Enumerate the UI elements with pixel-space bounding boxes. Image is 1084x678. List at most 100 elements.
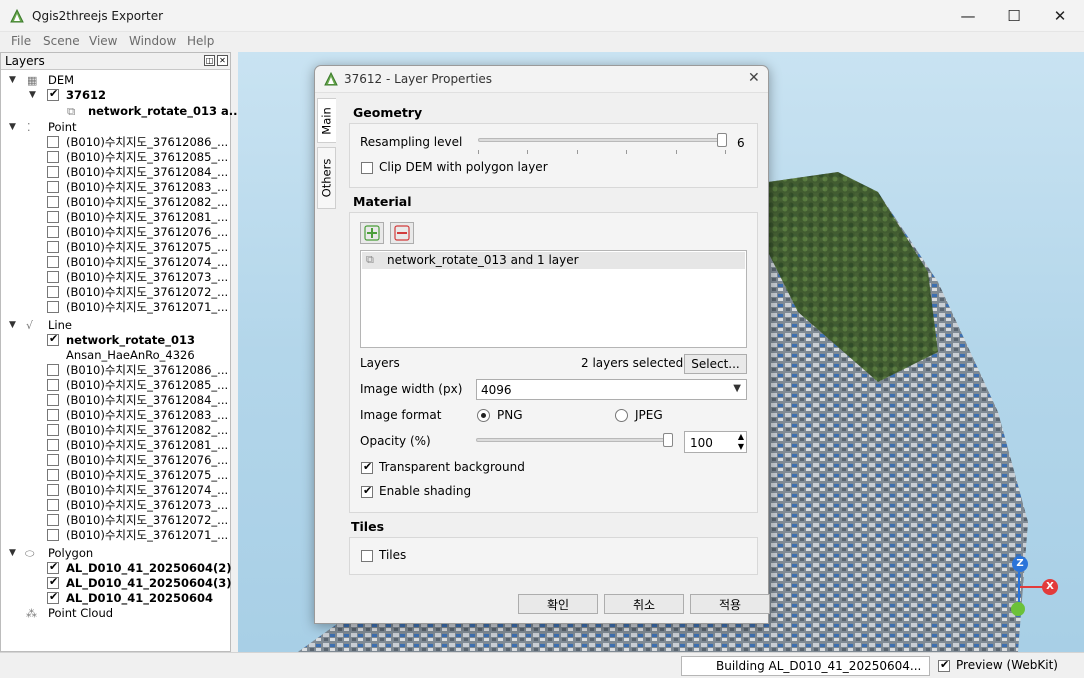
tab-others[interactable]: Others	[317, 147, 336, 209]
layer-checkbox[interactable]	[47, 181, 59, 193]
layer-checkbox[interactable]	[47, 271, 59, 283]
layer-item-label[interactable]: (B010)수치지도_37612071_...	[66, 300, 228, 315]
layer-item-label[interactable]: network_rotate_013	[66, 333, 195, 348]
add-material-button[interactable]	[360, 222, 384, 244]
transparent-background-checkbox[interactable]	[361, 460, 373, 474]
spin-down-icon[interactable]: ▼	[738, 442, 744, 451]
layer-checkbox[interactable]	[47, 499, 59, 511]
layer-checkbox[interactable]	[47, 241, 59, 253]
layer-item-label[interactable]: (B010)수치지도_37612085_...	[66, 378, 228, 393]
opacity-spinbox[interactable]: 100 ▲ ▼	[684, 431, 747, 453]
layer-item-label[interactable]: (B010)수치지도_37612072_...	[66, 513, 228, 528]
layer-checkbox[interactable]	[47, 424, 59, 436]
layer-item-label[interactable]: 37612	[66, 88, 106, 103]
menu-window[interactable]: Window	[129, 34, 176, 48]
layer-item-label[interactable]: network_rotate_013 a...	[88, 104, 242, 119]
layer-checkbox[interactable]	[47, 379, 59, 391]
list-item[interactable]: ⧉ network_rotate_013 and 1 layer	[362, 252, 745, 269]
layer-item-label[interactable]: (B010)수치지도_37612084_...	[66, 165, 228, 180]
layer-checkbox[interactable]	[47, 226, 59, 238]
opacity-slider-handle[interactable]	[663, 433, 673, 447]
layer-item-label[interactable]: (B010)수치지도_37612071_...	[66, 528, 228, 543]
layer-item-label[interactable]: (B010)수치지도_37612083_...	[66, 180, 228, 195]
layer-item-label[interactable]: (B010)수치지도_37612081_...	[66, 210, 228, 225]
layer-item-label[interactable]: (B010)수치지도_37612082_...	[66, 195, 228, 210]
resampling-slider-handle[interactable]	[717, 133, 727, 147]
menu-view[interactable]: View	[89, 34, 117, 48]
minimize-button[interactable]: —	[945, 0, 991, 32]
layer-checkbox[interactable]	[47, 136, 59, 148]
layer-item-label[interactable]: (B010)수치지도_37612076_...	[66, 453, 228, 468]
layer-item-label[interactable]: (B010)수치지도_37612074_...	[66, 483, 228, 498]
layer-checkbox[interactable]	[47, 196, 59, 208]
layer-item-label[interactable]: Ansan_HaeAnRo_4326	[66, 348, 195, 363]
layer-checkbox[interactable]	[47, 439, 59, 451]
group-polygon-expand-arrow-icon[interactable]: ▼	[9, 548, 16, 558]
layer-checkbox[interactable]	[47, 514, 59, 526]
select-layers-button[interactable]: Select...	[684, 354, 747, 374]
menu-scene[interactable]: Scene	[43, 34, 80, 48]
opacity-slider[interactable]	[476, 438, 671, 442]
ok-button[interactable]: 확인	[518, 594, 598, 614]
layer-checkbox[interactable]	[47, 364, 59, 376]
layer-item-label[interactable]: AL_D010_41_20250604(2)	[66, 561, 232, 576]
layer-item-label[interactable]: (B010)수치지도_37612086_...	[66, 135, 228, 150]
jpeg-radio[interactable]	[615, 409, 628, 422]
png-radio[interactable]	[477, 409, 490, 422]
layer-item-label[interactable]: (B010)수치지도_37612085_...	[66, 150, 228, 165]
layer-checkbox[interactable]	[47, 166, 59, 178]
enable-shading-checkbox[interactable]	[361, 484, 373, 498]
layer-item-label[interactable]: (B010)수치지도_37612076_...	[66, 225, 228, 240]
layer-item-label[interactable]: (B010)수치지도_37612073_...	[66, 498, 228, 513]
layer-item-label[interactable]: (B010)수치지도_37612083_...	[66, 408, 228, 423]
layer-item-label[interactable]: (B010)수치지도_37612084_...	[66, 393, 228, 408]
menu-help[interactable]: Help	[187, 34, 214, 48]
layer-item-label[interactable]: (B010)수치지도_37612075_...	[66, 240, 228, 255]
float-panel-icon[interactable]: ◫	[204, 55, 215, 66]
preview-checkbox[interactable]	[938, 658, 950, 672]
layer-checkbox[interactable]	[47, 211, 59, 223]
layer-checkbox[interactable]	[47, 409, 59, 421]
layer-item-label[interactable]: (B010)수치지도_37612073_...	[66, 270, 228, 285]
cancel-button[interactable]: 취소	[604, 594, 684, 614]
layer-checkbox[interactable]	[47, 590, 59, 604]
dialog-close-icon[interactable]: ✕	[748, 70, 760, 86]
image-width-combobox[interactable]: 4096 ▼	[476, 379, 747, 400]
layer-item-label[interactable]: (B010)수치지도_37612074_...	[66, 255, 228, 270]
layer-checkbox[interactable]	[47, 484, 59, 496]
layer-item-label[interactable]: AL_D010_41_20250604(3)	[66, 576, 232, 591]
layer-item-label[interactable]: (B010)수치지도_37612072_...	[66, 285, 228, 300]
layer-item-label[interactable]: AL_D010_41_20250604	[66, 591, 213, 606]
material-list[interactable]: ⧉ network_rotate_013 and 1 layer	[360, 250, 747, 348]
dem-child-expand-arrow-icon[interactable]: ▼	[29, 90, 36, 100]
menu-file[interactable]: File	[11, 34, 31, 48]
group-dem-expand-arrow-icon[interactable]: ▼	[9, 75, 16, 85]
layer-checkbox[interactable]	[47, 560, 59, 574]
layer-checkbox[interactable]	[47, 332, 59, 346]
resampling-level-slider[interactable]	[478, 138, 725, 142]
tiles-checkbox[interactable]	[361, 550, 373, 562]
layer-checkbox[interactable]	[47, 151, 59, 163]
layer-item-label[interactable]: (B010)수치지도_37612086_...	[66, 363, 228, 378]
layer-checkbox[interactable]	[47, 575, 59, 589]
maximize-button[interactable]: ☐	[991, 0, 1037, 32]
layer-checkbox[interactable]	[47, 529, 59, 541]
layer-checkbox[interactable]	[47, 394, 59, 406]
apply-button[interactable]: 적용	[690, 594, 770, 614]
layer-checkbox[interactable]	[47, 469, 59, 481]
tab-main[interactable]: Main	[317, 98, 336, 143]
group-point-expand-arrow-icon[interactable]: ▼	[9, 122, 16, 132]
layer-checkbox[interactable]	[47, 256, 59, 268]
layer-checkbox[interactable]	[47, 286, 59, 298]
close-panel-icon[interactable]: ✕	[217, 55, 228, 66]
layer-item-label[interactable]: (B010)수치지도_37612075_...	[66, 468, 228, 483]
layer-item-label[interactable]: (B010)수치지도_37612082_...	[66, 423, 228, 438]
layer-checkbox[interactable]	[47, 87, 59, 101]
group-line-expand-arrow-icon[interactable]: ▼	[9, 320, 16, 330]
close-window-button[interactable]: ✕	[1037, 0, 1083, 32]
layer-checkbox[interactable]	[47, 454, 59, 466]
layer-checkbox[interactable]	[47, 301, 59, 313]
spin-up-icon[interactable]: ▲	[738, 432, 744, 441]
layer-item-label[interactable]: (B010)수치지도_37612081_...	[66, 438, 228, 453]
remove-material-button[interactable]	[390, 222, 414, 244]
